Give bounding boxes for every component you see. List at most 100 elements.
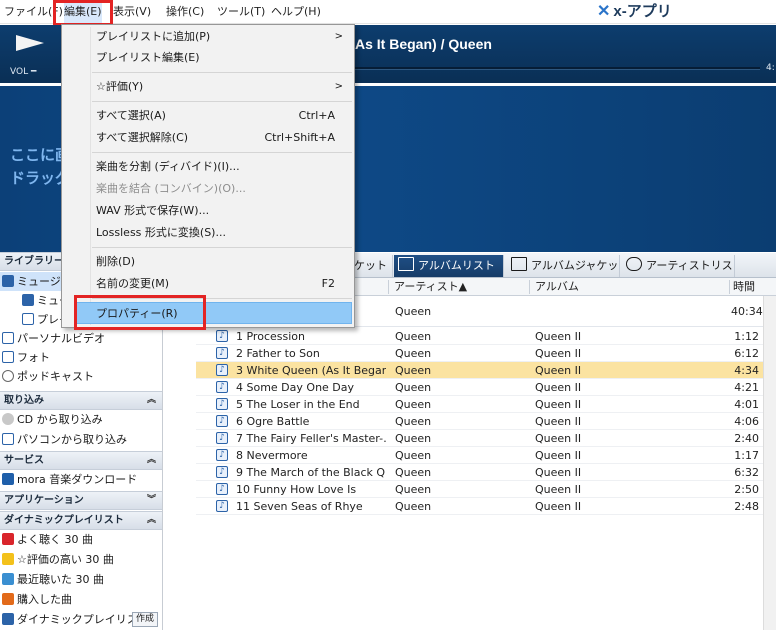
- track-title: 9 The March of the Black Q…: [236, 466, 386, 479]
- sidebar-item-photo[interactable]: フォト: [0, 348, 162, 367]
- sidebar-item-top-rated[interactable]: ☆評価の高い 30 曲: [0, 550, 162, 569]
- table-row[interactable]: ♪ 2 Father to Son Queen Queen II 6:12: [196, 345, 776, 362]
- import-header[interactable]: 取り込み ︽: [0, 391, 162, 410]
- table-row[interactable]: ♪ 8 Nevermore Queen Queen II 1:17: [196, 447, 776, 464]
- menu-item-select-all[interactable]: すべて選択(A) Ctrl+A: [63, 105, 353, 127]
- play-icon[interactable]: [16, 35, 44, 51]
- table-row[interactable]: ♪ 6 Ogre Battle Queen Queen II 4:06: [196, 413, 776, 430]
- music-note-icon: ♪: [216, 432, 228, 444]
- application-header[interactable]: アプリケーション ︾: [0, 491, 162, 510]
- collapse-chevron-icon[interactable]: ︽: [147, 392, 156, 409]
- menu-item-rating[interactable]: ☆評価(Y) >: [63, 76, 353, 98]
- menu-item-delete[interactable]: 削除(D): [63, 251, 353, 273]
- track-title: 11 Seven Seas of Rhye: [236, 500, 363, 513]
- track-title: 1 Procession: [236, 330, 305, 343]
- dynamic-playlist-header[interactable]: ダイナミックプレイリスト ︽: [0, 511, 162, 530]
- music-note-icon: ♪: [216, 347, 228, 359]
- menu-tools[interactable]: ツール(T): [217, 0, 265, 24]
- app-logo: ✕ x-アプリ: [597, 1, 672, 23]
- collapse-chevron-icon[interactable]: ︽: [147, 452, 156, 469]
- expand-chevron-icon[interactable]: ︾: [147, 492, 156, 509]
- track-duration: 4:34: [734, 364, 759, 377]
- music-note-icon: ♪: [216, 381, 228, 393]
- track-artist: Queen: [395, 432, 432, 445]
- vertical-scrollbar[interactable]: [763, 296, 776, 630]
- column-artist[interactable]: アーティスト▲: [394, 278, 467, 295]
- list-icon: [398, 257, 414, 271]
- music-note-icon: [2, 275, 14, 287]
- sidebar-item-dynamic-playlist[interactable]: ダイナミックプレイリスト 作成: [0, 610, 162, 629]
- total-time: 4:: [766, 63, 775, 73]
- column-time[interactable]: 時間: [733, 278, 755, 295]
- service-header[interactable]: サービス ︽: [0, 451, 162, 470]
- sidebar-item-podcast[interactable]: ポッドキャスト: [0, 367, 162, 386]
- sidebar-item-mora[interactable]: mora 音楽ダウンロード: [0, 470, 162, 489]
- column-album[interactable]: アルバム: [535, 278, 579, 295]
- submenu-arrow-icon: >: [334, 31, 343, 42]
- track-album: Queen II: [535, 483, 582, 496]
- track-artist: Queen: [395, 347, 432, 360]
- menu-separator: [92, 152, 352, 153]
- table-row[interactable]: ♪ 7 The Fairy Feller's Master-… Queen Queen…: [196, 430, 776, 447]
- computer-icon: [2, 433, 14, 445]
- sidebar-item-pc-import[interactable]: パソコンから取り込み: [0, 430, 162, 449]
- sidebar-item-recently-played[interactable]: 最近聴いた 30 曲: [0, 570, 162, 589]
- menu-control[interactable]: 操作(C): [166, 0, 204, 24]
- sidebar-item-frequently-played[interactable]: よく聴く 30 曲: [0, 530, 162, 549]
- table-row[interactable]: ♪ 10 Funny How Love Is Queen Queen II 2:50: [196, 481, 776, 498]
- menu-item-divide[interactable]: 楽曲を分割 (ディバイド)(I)...: [63, 156, 353, 178]
- table-row[interactable]: ♪ 1 Procession Queen Queen II 1:12: [196, 328, 776, 345]
- track-album: Queen II: [535, 500, 582, 513]
- music-note-icon: ♪: [216, 466, 228, 478]
- mora-icon: [2, 473, 14, 485]
- x-logo-icon: ✕: [597, 3, 611, 20]
- menu-separator: [92, 247, 352, 248]
- menu-help[interactable]: ヘルプ(H): [271, 0, 321, 24]
- track-album: Queen II: [535, 432, 582, 445]
- track-title: 7 The Fairy Feller's Master-…: [236, 432, 386, 445]
- purchase-icon: [2, 593, 14, 605]
- music-note-icon: ♪: [216, 483, 228, 495]
- menu-item-deselect-all[interactable]: すべて選択解除(C) Ctrl+Shift+A: [63, 127, 353, 149]
- menu-item-edit-playlist[interactable]: プレイリスト編集(E): [63, 47, 353, 69]
- tab-jacket-partial[interactable]: ケット: [350, 255, 393, 277]
- table-row[interactable]: ♪ 5 The Loser in the End Queen Queen II 4:01: [196, 396, 776, 413]
- edit-menu-highlight-box: [53, 0, 113, 26]
- tab-album-jacket[interactable]: アルバムジャケット: [507, 255, 620, 293]
- track-title: 10 Funny How Love Is: [236, 483, 357, 496]
- progress-bar[interactable]: [355, 67, 760, 70]
- edit-menu-dropdown: プレイリストに追加(P) > プレイリスト編集(E) ☆評価(Y) > すべて選択(…: [61, 24, 355, 328]
- podcast-icon: [2, 370, 14, 382]
- music-note-icon: ♪: [216, 398, 228, 410]
- track-title: 6 Ogre Battle: [236, 415, 310, 428]
- table-row[interactable]: ♪ 11 Seven Seas of Rhye Queen Queen II 2:48: [196, 498, 776, 515]
- sidebar-item-purchased[interactable]: 購入した曲: [0, 590, 162, 609]
- track-album: Queen II: [535, 466, 582, 479]
- collapse-chevron-icon[interactable]: ︽: [147, 512, 156, 529]
- album-artist: Queen: [395, 305, 432, 318]
- track-title: 2 Father to Son: [236, 347, 320, 360]
- tab-album-list[interactable]: アルバムリスト: [394, 255, 504, 277]
- track-duration: 1:12: [734, 330, 759, 343]
- table-row[interactable]: ♪ 3 White Queen (As It Began) Queen Queen I…: [196, 362, 776, 379]
- track-artist: Queen: [395, 449, 432, 462]
- track-duration: 2:40: [734, 432, 759, 445]
- sidebar-item-personal-video[interactable]: パーソナルビデオ: [0, 329, 162, 348]
- menu-item-rename[interactable]: 名前の変更(M) F2: [63, 273, 353, 295]
- tab-artist-list[interactable]: アーティストリスト: [622, 255, 735, 293]
- sidebar-item-cd-import[interactable]: CD から取り込み: [0, 410, 162, 429]
- table-row[interactable]: ♪ 4 Some Day One Day Queen Queen II 4:21: [196, 379, 776, 396]
- photo-icon: [2, 351, 14, 363]
- create-button[interactable]: 作成: [131, 612, 158, 627]
- menu-item-convert-lossless[interactable]: Lossless 形式に変換(S)...: [63, 222, 353, 244]
- track-artist: Queen: [395, 466, 432, 479]
- person-icon: [626, 257, 642, 271]
- music-note-icon: ♪: [216, 330, 228, 342]
- menu-item-add-to-playlist[interactable]: プレイリストに追加(P) >: [63, 26, 353, 48]
- table-row[interactable]: ♪ 9 The March of the Black Q… Queen Queen I…: [196, 464, 776, 481]
- track-title: 5 The Loser in the End: [236, 398, 360, 411]
- track-duration: 6:32: [734, 466, 759, 479]
- menu-separator: [92, 101, 352, 102]
- menu-view[interactable]: 表示(V): [113, 0, 151, 24]
- menu-item-save-wav[interactable]: WAV 形式で保存(W)...: [63, 200, 353, 222]
